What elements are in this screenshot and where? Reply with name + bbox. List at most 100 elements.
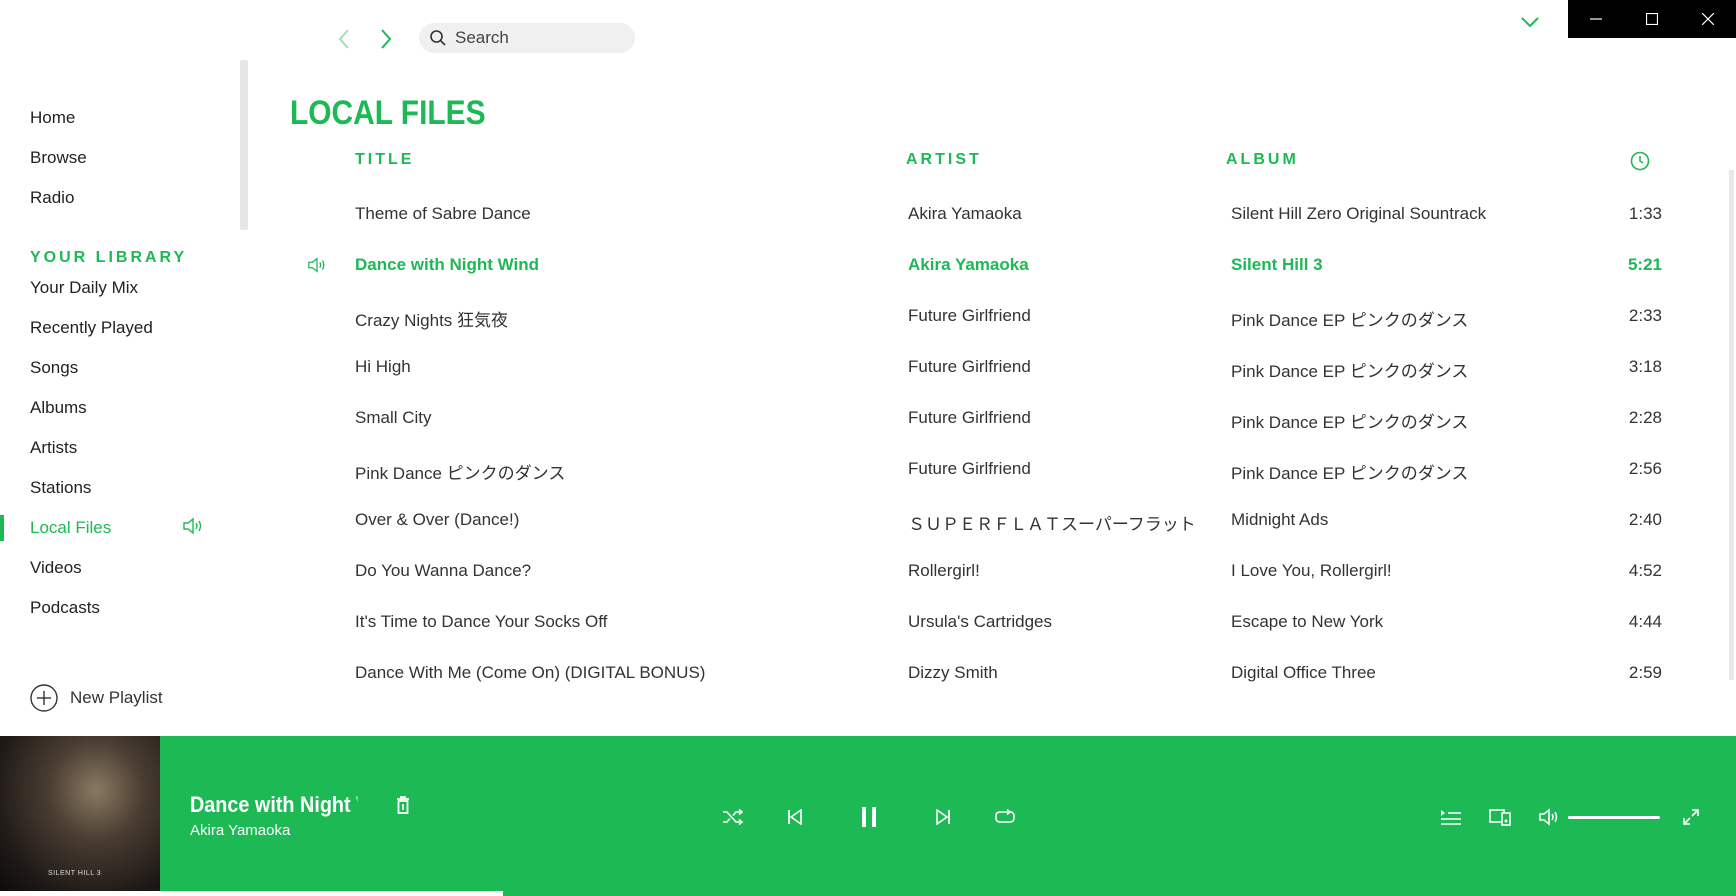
track-row[interactable]: Over & Over (Dance!) ＳＵＰＥＲＦＬＡＴスーパーフラット M… — [0, 494, 1736, 545]
window-controls — [1568, 0, 1736, 38]
track-album[interactable]: Digital Office Three — [1231, 663, 1376, 683]
track-row[interactable]: Crazy Nights 狂気夜 Future Girlfriend Pink … — [0, 290, 1736, 341]
repeat-icon — [995, 808, 1015, 823]
search-input[interactable] — [453, 27, 627, 49]
player-bar: SILENT HILL 3 Dance with Night Wind Akir… — [0, 736, 1736, 896]
queue-button[interactable] — [1436, 802, 1466, 832]
sidebar-item-browse[interactable]: Browse — [30, 148, 87, 168]
back-button[interactable] — [331, 24, 357, 54]
search-icon — [430, 30, 446, 46]
sidebar-item-home[interactable]: Home — [30, 108, 75, 128]
column-header-artist[interactable]: ARTIST — [906, 151, 982, 169]
track-album[interactable]: Silent Hill Zero Original Sountrack — [1231, 204, 1486, 224]
now-playing-artist[interactable]: Akira Yamaoka — [190, 822, 290, 839]
track-duration: 3:18 — [1628, 357, 1662, 376]
pause-button[interactable] — [854, 802, 884, 832]
track-artist[interactable]: Future Girlfriend — [908, 408, 1031, 428]
track-duration: 2:59 — [1628, 663, 1662, 682]
track-album[interactable]: Midnight Ads — [1231, 510, 1328, 530]
track-album[interactable]: Escape to New York — [1231, 612, 1383, 632]
track-title: Over & Over (Dance!) — [355, 510, 520, 529]
close-window-button[interactable] — [1680, 0, 1736, 38]
repeat-button[interactable] — [990, 802, 1020, 832]
volume-button[interactable] — [1534, 802, 1564, 832]
page-title: LOCAL FILES — [290, 94, 486, 132]
track-row[interactable]: Pink Dance ピンクのダンス Future Girlfriend Pin… — [0, 443, 1736, 494]
track-artist[interactable]: ＳＵＰＥＲＦＬＡＴスーパーフラット — [908, 510, 1196, 535]
track-row[interactable]: It's Time to Dance Your Socks Off Ursula… — [0, 596, 1736, 647]
track-title: It's Time to Dance Your Socks Off — [355, 612, 608, 631]
queue-icon — [1441, 810, 1461, 825]
forward-button[interactable] — [373, 24, 399, 54]
track-title: Theme of Sabre Dance — [355, 204, 531, 223]
playback-progress-bar[interactable] — [0, 891, 1736, 896]
track-row[interactable]: Do You Wanna Dance? Rollergirl! I Love Y… — [0, 545, 1736, 596]
fullscreen-button[interactable] — [1676, 802, 1706, 832]
track-artist[interactable]: Future Girlfriend — [908, 357, 1031, 377]
devices-button[interactable] — [1485, 802, 1515, 832]
track-title: Small City — [355, 408, 432, 427]
next-button[interactable] — [928, 802, 958, 832]
track-album[interactable]: Pink Dance EP ピンクのダンス — [1231, 459, 1468, 484]
track-artist[interactable]: Future Girlfriend — [908, 306, 1031, 326]
skip-previous-icon — [788, 809, 802, 825]
track-row[interactable]: Hi High Future Girlfriend Pink Dance EP … — [0, 341, 1736, 392]
volume-slider[interactable] — [1568, 816, 1660, 819]
track-artist[interactable]: Future Girlfriend — [908, 459, 1031, 479]
track-duration: 4:44 — [1628, 612, 1662, 631]
chevron-down-icon — [1521, 17, 1539, 28]
track-duration: 2:28 — [1628, 408, 1662, 427]
skip-next-icon — [936, 809, 950, 825]
track-artist[interactable]: Dizzy Smith — [908, 663, 998, 683]
expand-icon — [1683, 809, 1699, 825]
track-artist[interactable]: Akira Yamaoka — [908, 255, 1029, 275]
column-header-album[interactable]: ALBUM — [1226, 151, 1299, 169]
minimize-icon — [1590, 18, 1602, 20]
track-title: Dance With Me (Come On) (DIGITAL BONUS) — [355, 663, 706, 682]
maximize-button[interactable] — [1624, 0, 1680, 38]
top-bar — [0, 0, 1736, 70]
track-album[interactable]: Pink Dance EP ピンクのダンス — [1231, 306, 1468, 331]
track-duration: 2:33 — [1628, 306, 1662, 325]
minimize-button[interactable] — [1568, 0, 1624, 38]
shuffle-icon — [723, 808, 744, 826]
track-row-playing[interactable]: Dance with Night Wind Akira Yamaoka Sile… — [0, 239, 1736, 290]
track-row[interactable]: Dance With Me (Come On) (DIGITAL BONUS) … — [0, 647, 1736, 698]
chevron-right-icon — [381, 29, 392, 49]
devices-icon — [1489, 809, 1511, 826]
previous-button[interactable] — [780, 802, 810, 832]
track-title: Do You Wanna Dance? — [355, 561, 532, 580]
track-title: Pink Dance ピンクのダンス — [355, 464, 566, 483]
track-duration: 2:56 — [1628, 459, 1662, 478]
track-artist[interactable]: Ursula's Cartridges — [908, 612, 1052, 632]
speaker-icon — [308, 257, 325, 273]
track-title: Crazy Nights 狂気夜 — [355, 311, 509, 330]
pause-icon — [862, 807, 876, 827]
maximize-icon — [1646, 13, 1658, 25]
column-header-title[interactable]: TITLE — [355, 151, 414, 169]
chevron-left-icon — [338, 29, 349, 49]
now-playing-title[interactable]: Dance with Night Wind — [190, 792, 357, 818]
user-menu-dropdown[interactable] — [1518, 10, 1542, 34]
track-duration: 2:40 — [1628, 510, 1662, 529]
track-duration: 1:33 — [1628, 204, 1662, 223]
track-album[interactable]: Pink Dance EP ピンクのダンス — [1231, 357, 1468, 382]
track-title: Dance with Night Wind — [355, 255, 540, 274]
trash-icon[interactable] — [394, 794, 412, 816]
playback-progress-fill — [0, 891, 504, 896]
track-row[interactable]: Theme of Sabre Dance Akira Yamaoka Silen… — [0, 188, 1736, 239]
search-box[interactable] — [419, 23, 635, 53]
track-duration: 4:52 — [1628, 561, 1662, 580]
shuffle-button[interactable] — [718, 802, 748, 832]
clock-icon[interactable] — [1630, 151, 1650, 171]
album-cover[interactable]: SILENT HILL 3 — [0, 736, 160, 891]
track-album[interactable]: Silent Hill 3 — [1231, 255, 1323, 275]
track-row[interactable]: Small City Future Girlfriend Pink Dance … — [0, 392, 1736, 443]
cover-title-text: SILENT HILL 3 — [48, 870, 102, 877]
track-album[interactable]: Pink Dance EP ピンクのダンス — [1231, 408, 1468, 433]
track-album[interactable]: I Love You, Rollergirl! — [1231, 561, 1392, 581]
track-duration: 5:21 — [1627, 255, 1662, 274]
volume-icon — [1539, 808, 1558, 826]
track-artist[interactable]: Rollergirl! — [908, 561, 980, 581]
track-artist[interactable]: Akira Yamaoka — [908, 204, 1022, 224]
